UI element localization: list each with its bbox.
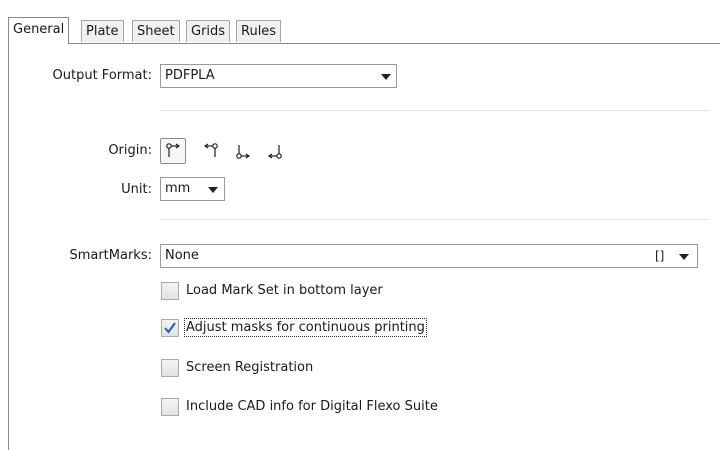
tab-sheet[interactable]: Sheet <box>132 20 180 42</box>
origin-top-right-button[interactable] <box>198 138 224 164</box>
checkbox[interactable] <box>161 282 179 300</box>
origin-top-left-icon <box>166 143 181 157</box>
origin-bottom-left-icon <box>236 145 251 159</box>
chevron-down-icon <box>381 74 391 80</box>
unit-value: mm <box>165 181 191 196</box>
output-format-select[interactable]: PDFPLA <box>160 64 397 88</box>
tab-grids[interactable]: Grids <box>186 20 231 42</box>
origin-label: Origin: <box>108 143 152 158</box>
smartmarks-value: None <box>165 248 199 263</box>
separator <box>160 110 710 111</box>
option-label: Load Mark Set in bottom layer <box>186 283 383 298</box>
option-label: Adjust masks for continuous printing <box>184 318 427 337</box>
chevron-down-icon <box>679 254 689 260</box>
browse-icon[interactable]: [] <box>655 245 664 267</box>
origin-bottom-right-button[interactable] <box>262 138 288 164</box>
origin-top-left-button[interactable] <box>160 138 186 164</box>
tab-plate[interactable]: Plate <box>81 20 124 42</box>
unit-select[interactable]: mm <box>160 177 225 201</box>
separator <box>160 219 710 220</box>
origin-bottom-right-icon <box>267 145 282 159</box>
tab-rules[interactable]: Rules <box>236 20 282 42</box>
smartmarks-select[interactable]: None [] <box>160 244 698 268</box>
output-format-value: PDFPLA <box>165 68 215 83</box>
chevron-down-icon <box>208 187 218 193</box>
option-label: Include CAD info for Digital Flexo Suite <box>186 399 438 414</box>
option-label: Screen Registration <box>186 360 314 375</box>
origin-top-right-icon <box>203 143 218 157</box>
checkbox[interactable] <box>161 398 179 416</box>
tab-general[interactable]: General <box>8 17 70 44</box>
smartmarks-label: SmartMarks: <box>69 248 152 263</box>
origin-bottom-left-button[interactable] <box>230 138 256 164</box>
checkbox[interactable] <box>161 359 179 377</box>
output-format-label: Output Format: <box>52 68 152 83</box>
checkmark-icon <box>164 322 176 334</box>
checkbox-checked[interactable] <box>161 319 179 337</box>
unit-label: Unit: <box>121 182 152 197</box>
